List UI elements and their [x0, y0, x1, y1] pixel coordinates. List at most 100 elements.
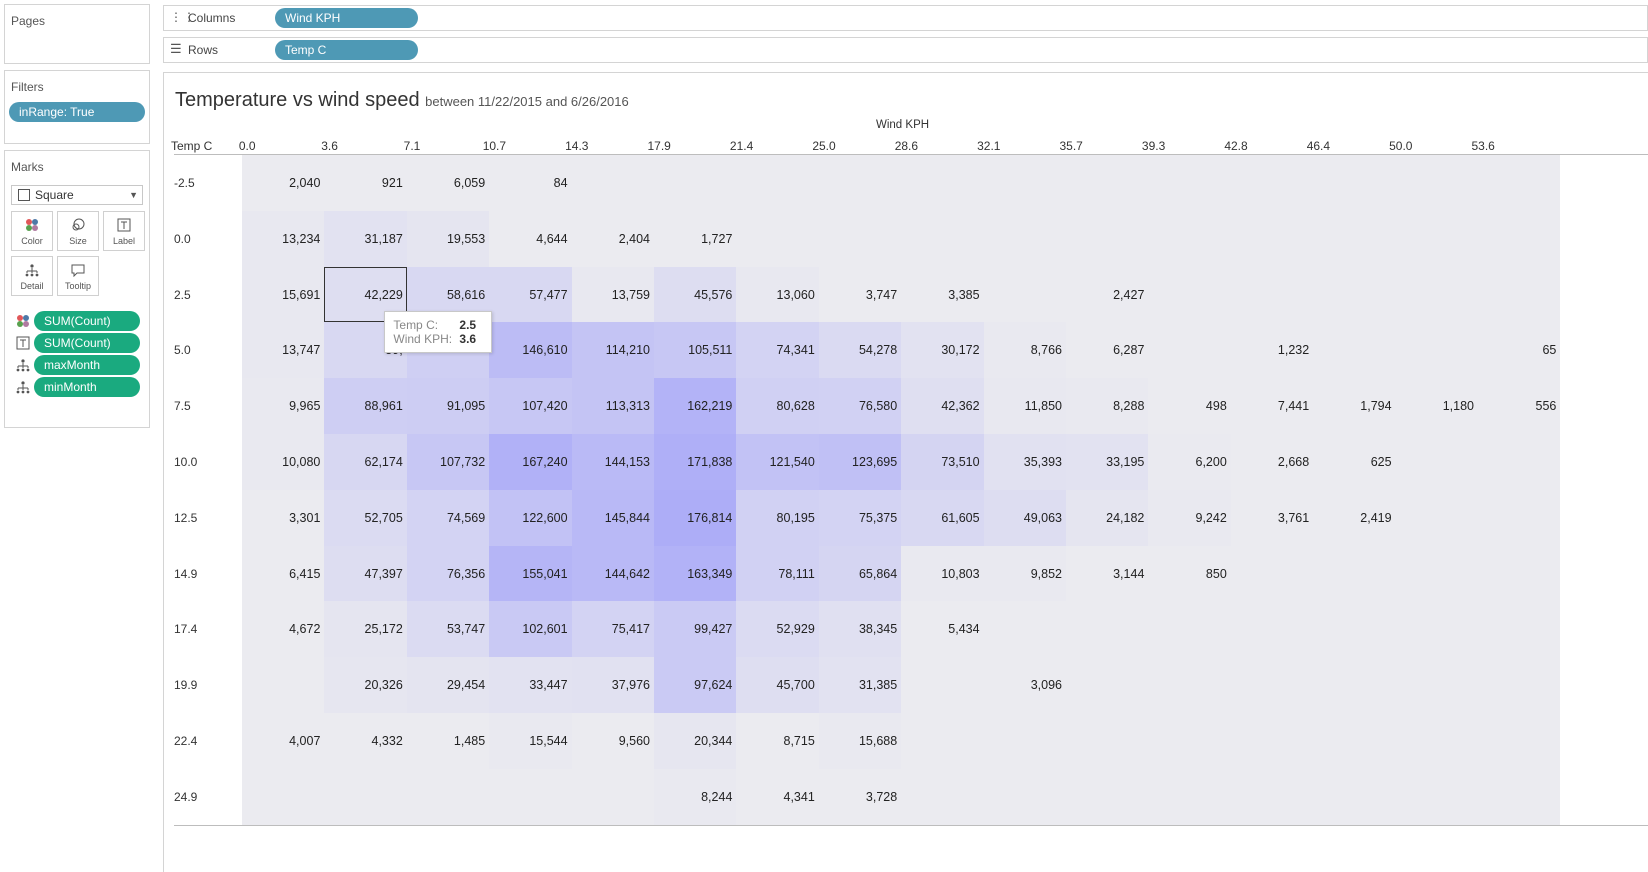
- heatmap-cell[interactable]: [1066, 713, 1149, 769]
- columns-pill-wind-kph[interactable]: Wind KPH: [275, 8, 418, 28]
- heatmap-cell[interactable]: [1148, 713, 1231, 769]
- heatmap-cell[interactable]: [983, 155, 1066, 211]
- heatmap-cell[interactable]: [983, 601, 1066, 658]
- heatmap-cell[interactable]: [901, 657, 984, 713]
- heatmap-cell[interactable]: [1148, 768, 1231, 825]
- cell-value: 3,301: [289, 510, 321, 525]
- heatmap-cell[interactable]: [983, 266, 1066, 323]
- heatmap-cell[interactable]: [489, 768, 572, 825]
- heatmap-cell[interactable]: [1478, 545, 1561, 602]
- heatmap-cell[interactable]: [1313, 210, 1396, 267]
- marks-field-minmonth[interactable]: minMonth: [34, 377, 140, 397]
- cell-value: 45,576: [694, 287, 733, 302]
- heatmap-cell[interactable]: [1313, 713, 1396, 769]
- heatmap-cell[interactable]: [1148, 322, 1231, 379]
- heatmap-cell[interactable]: [324, 768, 407, 825]
- tooltip-card[interactable]: Tooltip: [57, 256, 99, 296]
- heatmap-cell[interactable]: [1395, 489, 1478, 546]
- heatmap-cell[interactable]: [1148, 155, 1231, 211]
- heatmap-cell[interactable]: [1313, 657, 1396, 713]
- heatmap-cell[interactable]: [1395, 601, 1478, 658]
- rows-pill-temp-c[interactable]: Temp C: [275, 40, 418, 60]
- heatmap-cell[interactable]: [1478, 713, 1561, 769]
- heatmap-cell[interactable]: [983, 713, 1066, 769]
- detail-card[interactable]: Detail: [11, 256, 53, 296]
- heatmap-cell[interactable]: [1395, 434, 1478, 490]
- heatmap-cell[interactable]: [242, 768, 325, 825]
- heatmap-cell[interactable]: [1230, 657, 1314, 713]
- heatmap-cell[interactable]: [1395, 155, 1478, 211]
- heatmap-cell[interactable]: [1230, 713, 1314, 769]
- heatmap-cell[interactable]: [1395, 713, 1478, 769]
- heatmap-cell[interactable]: [1313, 768, 1396, 825]
- view-title-main: Temperature vs wind speed: [175, 89, 420, 111]
- cell-value: 78,111: [778, 566, 815, 581]
- color-card[interactable]: Color: [11, 211, 53, 251]
- heatmap-cell[interactable]: [901, 210, 984, 267]
- heatmap-cell[interactable]: [1478, 489, 1561, 546]
- heatmap-cell[interactable]: [1313, 545, 1396, 602]
- heatmap-cell[interactable]: [242, 657, 325, 713]
- heatmap-cell[interactable]: [1148, 601, 1231, 658]
- heatmap-cell[interactable]: [1066, 768, 1149, 825]
- heatmap-cell[interactable]: [1478, 155, 1561, 211]
- filter-pill-inrange[interactable]: inRange: True: [9, 102, 145, 122]
- heatmap-cell[interactable]: [1066, 601, 1149, 658]
- marks-panel[interactable]: Marks Square ▼ Color Size Label Detail T…: [4, 150, 150, 428]
- heatmap-cell[interactable]: [818, 210, 902, 267]
- heatmap-cell[interactable]: [1230, 210, 1314, 267]
- label-card[interactable]: Label: [103, 211, 145, 251]
- heatmap-cell[interactable]: [1313, 322, 1396, 379]
- heatmap-cell[interactable]: [1148, 266, 1231, 323]
- heatmap-cell[interactable]: [571, 768, 654, 825]
- heatmap-cell[interactable]: [1395, 210, 1478, 267]
- heatmap-cell[interactable]: [901, 713, 984, 769]
- size-card[interactable]: Size: [57, 211, 99, 251]
- heatmap-cell[interactable]: [1478, 266, 1561, 323]
- heatmap-cell[interactable]: [1230, 768, 1314, 825]
- heatmap-cell[interactable]: [1313, 601, 1396, 658]
- heatmap-cell[interactable]: [1478, 601, 1561, 658]
- heatmap-cell[interactable]: [1230, 545, 1314, 602]
- heatmap-cell[interactable]: [571, 155, 654, 211]
- heatmap-cell[interactable]: [983, 210, 1066, 267]
- heatmap-cell[interactable]: [1230, 266, 1314, 323]
- columns-shelf[interactable]: ⋮⋮ Columns Wind KPH: [163, 5, 1648, 31]
- heatmap-cell[interactable]: [901, 768, 984, 825]
- heatmap-cell[interactable]: [1478, 210, 1561, 267]
- heatmap-cell[interactable]: [1478, 434, 1561, 490]
- heatmap-cell[interactable]: [406, 768, 490, 825]
- heatmap-cell[interactable]: [1066, 155, 1149, 211]
- heatmap-cell[interactable]: [1230, 601, 1314, 658]
- viz-view[interactable]: Temperature vs wind speed between 11/22/…: [163, 72, 1648, 872]
- marks-field-color[interactable]: SUM(Count): [34, 311, 140, 331]
- rows-shelf[interactable]: ☰ Rows Temp C: [163, 37, 1648, 63]
- heatmap-cell[interactable]: [1395, 657, 1478, 713]
- heatmap-cell[interactable]: [1395, 266, 1478, 323]
- heatmap-cell[interactable]: [983, 768, 1066, 825]
- heatmap-cell[interactable]: [1148, 210, 1231, 267]
- heatmap-cell[interactable]: [901, 155, 984, 211]
- heatmap-cell[interactable]: [1313, 155, 1396, 211]
- heatmap-cell[interactable]: [1395, 768, 1478, 825]
- heatmap-cell[interactable]: [654, 155, 737, 211]
- heatmap-cell[interactable]: [1478, 657, 1561, 713]
- filters-panel[interactable]: Filters inRange: True: [4, 70, 150, 144]
- pages-panel[interactable]: Pages: [4, 4, 150, 64]
- heatmap-cell[interactable]: [1066, 657, 1149, 713]
- heatmap-cell[interactable]: [1230, 155, 1314, 211]
- heatmap-cell[interactable]: [1395, 545, 1478, 602]
- marks-field-label[interactable]: SUM(Count): [34, 333, 140, 353]
- heatmap-cell[interactable]: [1313, 266, 1396, 323]
- heatmap-cell[interactable]: [736, 155, 819, 211]
- marks-field-maxmonth[interactable]: maxMonth: [34, 355, 140, 375]
- heatmap-cell[interactable]: [736, 210, 819, 267]
- heatmap-cell[interactable]: [1066, 210, 1149, 267]
- heatmap-cell[interactable]: [1478, 768, 1561, 825]
- mark-type-dropdown[interactable]: Square ▼: [11, 185, 143, 205]
- heatmap-cell[interactable]: [1148, 657, 1231, 713]
- heatmap-cell[interactable]: [818, 155, 902, 211]
- heatmap-cell[interactable]: [1395, 322, 1478, 379]
- cell-value: 80,628: [776, 399, 815, 414]
- cell-value: 13,060: [776, 287, 815, 302]
